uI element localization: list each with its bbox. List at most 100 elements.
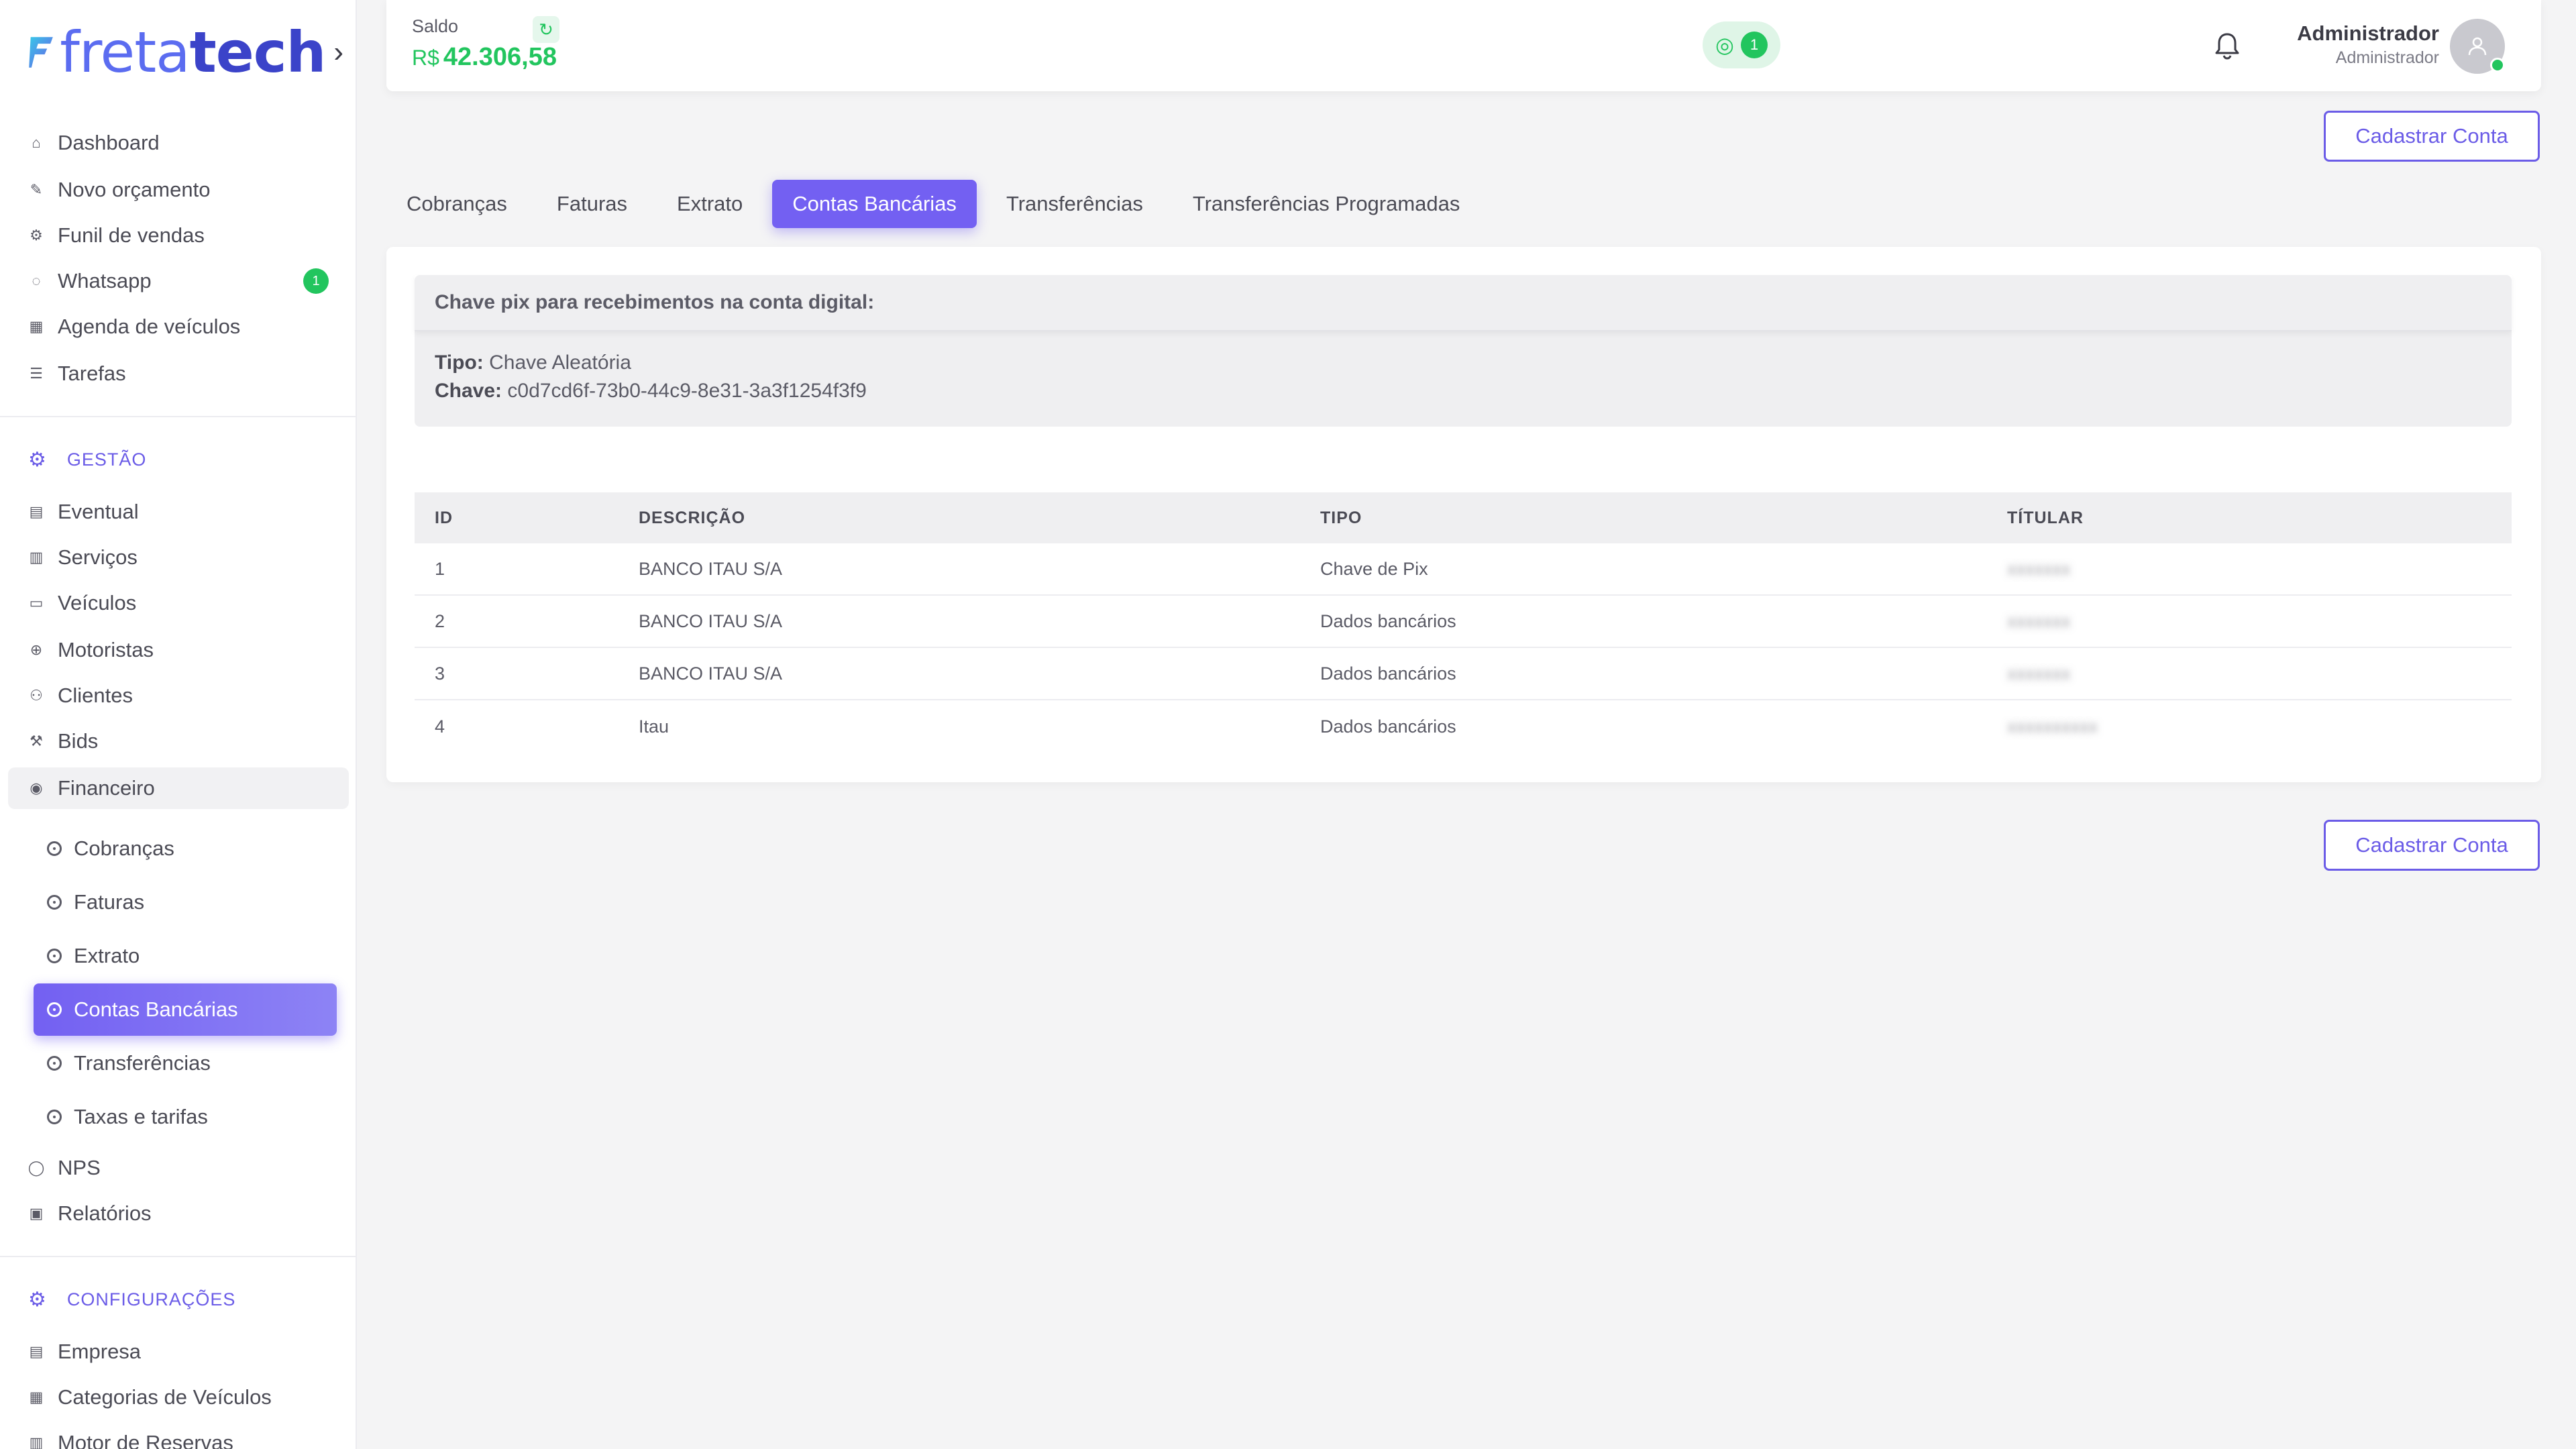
user-icon xyxy=(2468,37,2487,56)
edit-icon: ✎ xyxy=(30,181,43,198)
column-header-descricao[interactable]: DESCRIÇÃO xyxy=(639,508,1320,528)
logo-text: fretatech xyxy=(60,19,326,85)
refresh-icon[interactable]: ↻ xyxy=(533,16,559,43)
sidebar-divider xyxy=(0,1256,356,1257)
contas-card: Chave pix para recebimentos na conta dig… xyxy=(386,247,2541,782)
table-row[interactable]: 3 BANCO ITAU S/A Dados bancários xxxxxxx xyxy=(415,648,2512,700)
tab-transferencias[interactable]: Transferências xyxy=(986,180,1163,228)
tab-contas-bancarias[interactable]: Contas Bancárias xyxy=(772,180,977,228)
pix-key-panel: Chave pix para recebimentos na conta dig… xyxy=(415,275,2512,427)
sidebar-item-tarefas[interactable]: ☰ Tarefas xyxy=(8,353,349,394)
whatsapp-icon: ◎ xyxy=(1715,33,1734,57)
sidebar-item-relatorios[interactable]: ▣ Relatórios xyxy=(8,1193,349,1234)
pix-key-line: Chave: c0d7cd6f-73b0-44c9-8e31-3a3f1254f… xyxy=(435,380,867,402)
table-row[interactable]: 4 Itau Dados bancários xxxxxxxxxx xyxy=(415,700,2512,753)
whatsapp-notification-button[interactable]: ◎ 1 xyxy=(1703,21,1780,68)
pix-type-line: Tipo: Chave Aleatória xyxy=(435,352,631,374)
table-header: ID DESCRIÇÃO TIPO TÍTULAR xyxy=(415,492,2512,543)
sidebar-item-funil[interactable]: ⚙ Funil de vendas xyxy=(8,215,349,256)
circle-icon xyxy=(47,841,62,856)
sidebar-subitem-faturas[interactable]: Faturas xyxy=(34,876,337,928)
sidebar-subitem-transferencias[interactable]: Transferências xyxy=(34,1037,337,1089)
circle-icon xyxy=(47,1110,62,1124)
money-icon: ◉ xyxy=(30,780,43,796)
circle-icon xyxy=(47,895,62,910)
titular-redacted: xxxxxxx xyxy=(2007,663,2071,684)
tab-cobrancas[interactable]: Cobranças xyxy=(386,180,527,228)
steering-wheel-icon: ⊕ xyxy=(30,641,43,658)
accounts-table: ID DESCRIÇÃO TIPO TÍTULAR 1 BANCO ITAU S… xyxy=(415,492,2512,753)
list-icon: ☰ xyxy=(30,365,43,382)
home-icon: ⌂ xyxy=(32,134,41,151)
logo-mark-icon xyxy=(29,37,53,68)
sidebar-item-motoristas[interactable]: ⊕ Motoristas xyxy=(8,629,349,671)
sidebar-subitem-extrato[interactable]: Extrato xyxy=(34,930,337,982)
saldo-value: R$ 42.306,58 xyxy=(412,43,557,71)
sidebar-item-dashboard[interactable]: ⌂ Dashboard xyxy=(8,122,349,164)
avatar[interactable] xyxy=(2450,19,2505,74)
sidebar-item-bids[interactable]: ⚒ Bids xyxy=(8,720,349,762)
titular-redacted: xxxxxxx xyxy=(2007,558,2071,579)
table-row[interactable]: 1 BANCO ITAU S/A Chave de Pix xxxxxxx xyxy=(415,543,2512,596)
table-row[interactable]: 2 BANCO ITAU S/A Dados bancários xxxxxxx xyxy=(415,596,2512,648)
sidebar-item-novo-orcamento[interactable]: ✎ Novo orçamento xyxy=(8,169,349,211)
sidebar-item-clientes[interactable]: ⚇ Clientes xyxy=(8,675,349,716)
sidebar-item-veiculos[interactable]: ▭ Veículos xyxy=(8,582,349,624)
sidebar-item-agenda[interactable]: ▦ Agenda de veículos xyxy=(8,306,349,347)
online-status-dot xyxy=(2490,58,2505,72)
whatsapp-count-badge: 1 xyxy=(1740,32,1768,58)
sidebar-item-empresa[interactable]: ▤ Empresa xyxy=(8,1331,349,1373)
sidebar-subitem-cobrancas[interactable]: Cobranças xyxy=(34,822,337,875)
tabs: Cobranças Faturas Extrato Contas Bancári… xyxy=(386,180,1489,228)
column-header-id[interactable]: ID xyxy=(415,508,639,528)
circle-icon xyxy=(47,949,62,963)
section-title-gestao: ⚙ GESTÃO xyxy=(28,449,147,471)
receipt-icon: ▥ xyxy=(29,549,44,566)
circle-icon xyxy=(47,1056,62,1071)
chevron-right-icon[interactable]: › xyxy=(333,36,343,69)
grid-icon: ▦ xyxy=(29,1389,44,1405)
user-name[interactable]: Administrador xyxy=(2297,21,2439,46)
sidebar-item-eventual[interactable]: ▤ Eventual xyxy=(8,491,349,533)
tab-transferencias-programadas[interactable]: Transferências Programadas xyxy=(1173,180,1481,228)
top-bar: Saldo ↻ R$ 42.306,58 ◎ 1 Administrador Ad… xyxy=(386,0,2541,91)
whatsapp-badge: 1 xyxy=(303,268,329,294)
sidebar-divider xyxy=(0,416,356,417)
bell-icon[interactable] xyxy=(2208,27,2246,64)
section-title-configuracoes: ⚙ CONFIGURAÇÕES xyxy=(28,1289,236,1311)
briefcase-icon: ▤ xyxy=(29,1343,44,1360)
tab-faturas[interactable]: Faturas xyxy=(537,180,647,228)
sidebar-item-financeiro[interactable]: ◉ Financeiro xyxy=(8,767,349,809)
sidebar-item-servicos[interactable]: ▥ Serviços xyxy=(8,537,349,578)
chat-icon: ◯ xyxy=(28,1159,45,1176)
sidebar-item-categorias[interactable]: ▦ Categorias de Veículos xyxy=(8,1377,349,1418)
funnel-icon: ⚙ xyxy=(30,227,43,244)
sidebar-item-motor-reservas[interactable]: ▥ Motor de Reservas xyxy=(8,1422,349,1449)
brand-logo[interactable]: fretatech › xyxy=(28,19,343,86)
gear-icon: ⚙ xyxy=(28,449,47,471)
whatsapp-icon: ◌ xyxy=(32,272,41,289)
document-icon: ▤ xyxy=(29,503,44,520)
sidebar: fretatech › ⌂ Dashboard ✎ Novo orçamento… xyxy=(0,0,357,1449)
sidebar-subitem-contas-bancarias[interactable]: Contas Bancárias xyxy=(34,983,337,1036)
sidebar-subitem-taxas[interactable]: Taxas e tarifas xyxy=(34,1091,337,1143)
tab-extrato[interactable]: Extrato xyxy=(657,180,763,228)
pix-key-heading: Chave pix para recebimentos na conta dig… xyxy=(415,275,2512,331)
column-header-titular[interactable]: TÍTULAR xyxy=(2007,508,2512,528)
bus-icon: ▭ xyxy=(29,594,44,611)
gear-icon: ⚙ xyxy=(28,1289,47,1311)
table-icon: ▥ xyxy=(29,1434,44,1449)
cadastrar-conta-button-top[interactable]: Cadastrar Conta xyxy=(2324,111,2540,162)
saldo-label: Saldo xyxy=(412,16,459,36)
sidebar-item-nps[interactable]: ◯ NPS xyxy=(8,1147,349,1189)
report-icon: ▣ xyxy=(29,1205,44,1222)
calendar-icon: ▦ xyxy=(29,318,44,335)
sidebar-item-whatsapp[interactable]: ◌ Whatsapp 1 xyxy=(8,260,349,302)
circle-icon xyxy=(47,1002,62,1017)
cadastrar-conta-button-bottom[interactable]: Cadastrar Conta xyxy=(2324,820,2540,871)
column-header-tipo[interactable]: TIPO xyxy=(1320,508,2007,528)
gavel-icon: ⚒ xyxy=(30,733,43,749)
user-role: Administrador xyxy=(2335,48,2439,67)
titular-redacted: xxxxxxx xyxy=(2007,610,2071,631)
users-icon: ⚇ xyxy=(30,687,43,704)
